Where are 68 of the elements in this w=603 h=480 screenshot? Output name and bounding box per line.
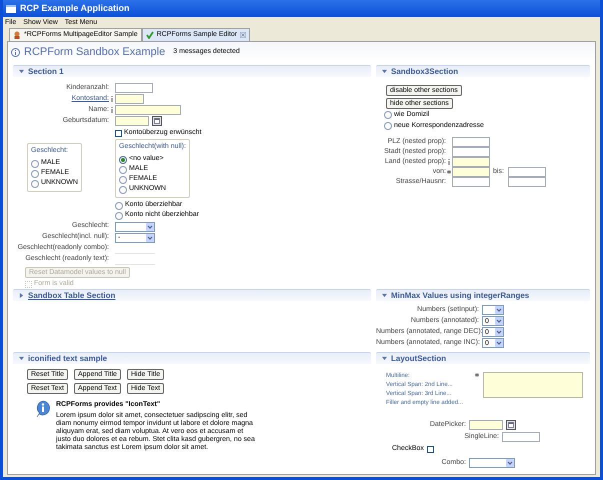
section-header[interactable]: Section 1 — [13, 65, 371, 77]
section-header[interactable]: Sandbox Table Section — [13, 289, 371, 301]
text-field[interactable] — [502, 432, 540, 442]
text-field[interactable] — [452, 137, 490, 147]
section-title: Section 1 — [28, 66, 64, 78]
radio-button[interactable] — [31, 170, 39, 178]
dropdown-arrow-icon — [495, 328, 503, 336]
text-field[interactable] — [508, 167, 546, 177]
dropdown-arrow-icon — [146, 234, 154, 242]
radio-button[interactable] — [115, 202, 123, 210]
expanded-caret-icon[interactable] — [382, 293, 387, 298]
section-title: Sandbox Table Section — [28, 290, 116, 302]
text-field[interactable] — [452, 157, 490, 167]
expanded-caret-icon[interactable] — [382, 69, 387, 74]
section-title: Sandbox3Section — [391, 66, 458, 78]
text-field[interactable] — [452, 147, 490, 157]
close-icon[interactable] — [240, 32, 246, 38]
calendar-icon — [154, 118, 160, 124]
calendar-button[interactable] — [506, 420, 516, 430]
dropdown-arrow-icon — [495, 306, 503, 314]
section-title: LayoutSection — [391, 352, 446, 364]
section-title: iconified text sample — [28, 352, 108, 364]
radio-button[interactable] — [119, 166, 127, 174]
checkbox[interactable] — [115, 130, 122, 136]
calendar-button[interactable] — [152, 116, 162, 126]
info-icon — [35, 400, 51, 418]
combo-box[interactable] — [482, 305, 504, 315]
calendar-icon — [508, 422, 514, 428]
expanded-caret-icon[interactable] — [19, 69, 24, 74]
dropdown-arrow-icon — [506, 459, 514, 467]
text-field[interactable] — [508, 177, 546, 187]
dropdown-arrow-icon — [495, 339, 503, 347]
section-header[interactable]: iconified text sample — [13, 352, 371, 364]
section-header[interactable]: LayoutSection — [376, 352, 590, 364]
form-title: RCPForm Sandbox Example — [24, 44, 166, 60]
window-title: RCP Example Application — [20, 2, 130, 15]
info-icon — [11, 48, 20, 56]
text-field[interactable] — [452, 177, 490, 187]
radio-button[interactable] — [31, 180, 39, 188]
radio-button[interactable] — [119, 176, 127, 184]
editor-icon — [13, 31, 21, 39]
section-title: MinMax Values using integerRanges — [391, 290, 530, 302]
text-field[interactable] — [115, 94, 144, 104]
window-icon — [6, 4, 16, 12]
radio-button[interactable] — [384, 111, 392, 119]
date-field[interactable] — [469, 420, 503, 430]
dropdown-arrow-icon — [146, 222, 154, 230]
checkbox[interactable] — [426, 446, 434, 452]
radio-button[interactable] — [384, 122, 392, 130]
text-field[interactable] — [452, 167, 490, 177]
combo-box[interactable] — [469, 458, 515, 468]
text-field[interactable] — [115, 83, 153, 93]
required-asterisk-icon — [475, 373, 479, 377]
multiline-text-area[interactable] — [483, 372, 583, 398]
dropdown-arrow-icon — [495, 317, 503, 325]
radio-button[interactable] — [119, 186, 127, 194]
radio-button[interactable] — [119, 156, 127, 164]
section-header[interactable]: MinMax Values using integerRanges — [376, 289, 590, 301]
text-field[interactable] — [115, 105, 181, 115]
collapsed-caret-icon[interactable] — [19, 293, 24, 298]
radio-button[interactable] — [31, 160, 39, 168]
radio-button[interactable] — [115, 212, 123, 220]
expanded-caret-icon[interactable] — [19, 356, 24, 361]
expanded-caret-icon[interactable] — [382, 356, 387, 361]
checkmark-icon — [146, 31, 154, 39]
section-header[interactable]: Sandbox3Section — [376, 65, 590, 77]
combo-box[interactable] — [115, 222, 155, 232]
date-field[interactable] — [115, 116, 149, 126]
